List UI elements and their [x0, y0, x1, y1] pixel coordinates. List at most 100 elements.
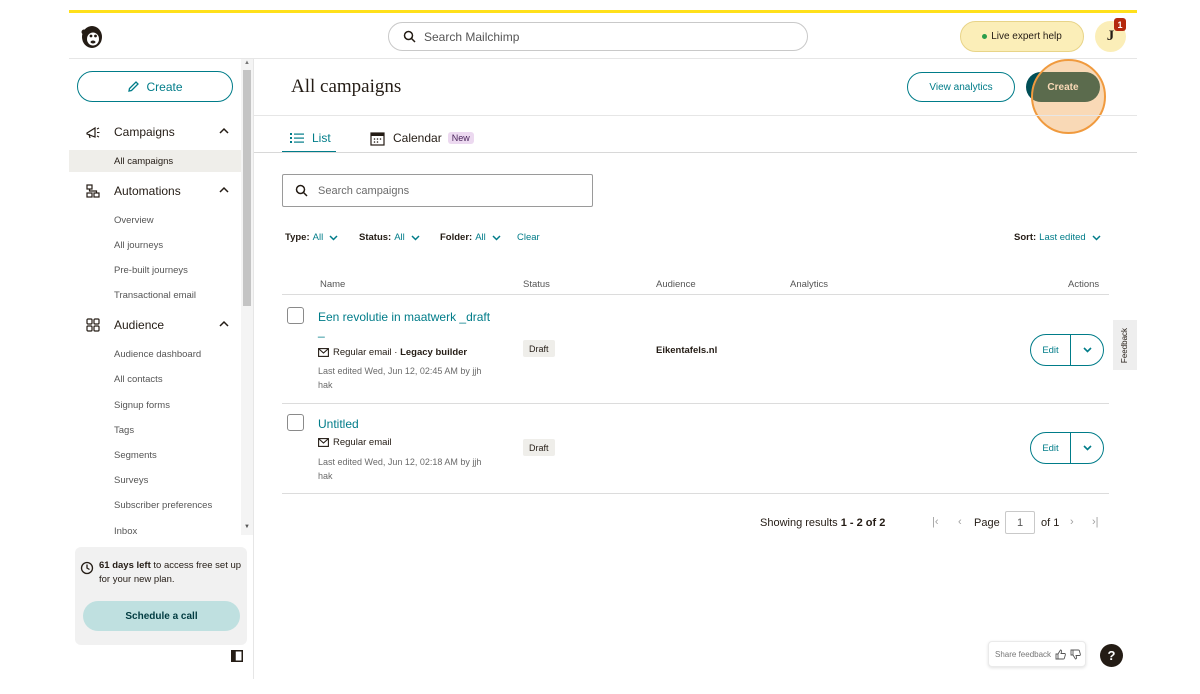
calendar-icon	[370, 131, 385, 146]
status-filter-value: All	[394, 232, 405, 243]
avatar-initial: J	[1106, 28, 1115, 44]
row-checkbox[interactable]	[287, 414, 304, 431]
clear-filters-link[interactable]: Clear	[517, 232, 540, 243]
campaign-builder-label: Legacy builder	[400, 347, 468, 358]
clock-icon	[80, 561, 94, 575]
sidebar-item-subscriber-preferences[interactable]: Subscriber preferences	[69, 494, 241, 516]
chevron-down-icon	[329, 234, 338, 241]
campaign-last-edited: Last edited Wed, Jun 12, 02:18 AM by jjh…	[318, 457, 482, 481]
next-page-icon[interactable]: ›	[1070, 516, 1074, 528]
folder-filter-label: Folder:	[440, 232, 473, 243]
campaign-type-label: Regular email	[333, 437, 392, 448]
type-filter[interactable]: Type: All	[285, 232, 338, 243]
sidebar-item-audience-dashboard[interactable]: Audience dashboard	[69, 343, 241, 365]
column-header-actions: Actions	[1068, 279, 1100, 290]
trial-message: 61 days left to access free set up for y…	[99, 559, 245, 587]
view-analytics-button[interactable]: View analytics	[907, 72, 1015, 102]
collapse-sidebar-icon[interactable]	[231, 650, 243, 662]
sidebar-scrollbar-thumb[interactable]	[243, 70, 251, 306]
scroll-down-arrow-icon[interactable]: ▼	[243, 524, 251, 532]
edit-dropdown-button[interactable]	[1071, 445, 1103, 451]
sort-label: Sort:	[1014, 232, 1037, 243]
page-number-input[interactable]: 1	[1005, 511, 1035, 534]
folder-filter-value: All	[475, 232, 486, 243]
sidebar-section-automations[interactable]: Automations	[69, 178, 241, 204]
edit-button[interactable]: Edit	[1031, 335, 1071, 365]
mailchimp-logo-icon[interactable]	[78, 22, 106, 50]
scroll-up-arrow-icon[interactable]: ▲	[243, 60, 251, 68]
sidebar-section-campaigns[interactable]: Campaigns	[69, 119, 241, 145]
sidebar-item-transactional-email[interactable]: Transactional email	[69, 284, 241, 306]
column-header-status: Status	[523, 279, 550, 290]
status-filter[interactable]: Status: All	[359, 232, 420, 243]
chevron-down-icon	[1082, 347, 1092, 353]
campaign-type: Regular email · Legacy builder	[318, 347, 467, 358]
envelope-icon	[318, 438, 329, 447]
sidebar-item-all-campaigns[interactable]: All campaigns	[69, 150, 241, 172]
page-title: All campaigns	[291, 76, 402, 97]
schedule-call-button[interactable]: Schedule a call	[83, 601, 240, 631]
chevron-up-icon[interactable]	[219, 185, 229, 195]
type-filter-value: All	[312, 232, 324, 243]
global-search-input[interactable]: Search Mailchimp	[388, 22, 808, 51]
previous-page-icon[interactable]: ‹	[958, 516, 962, 528]
trial-days-left: 61 days left	[99, 560, 151, 571]
row-divider	[282, 493, 1109, 494]
status-filter-label: Status:	[359, 232, 392, 243]
sort-dropdown[interactable]: Sort: Last edited	[1014, 232, 1101, 243]
status-badge: Draft	[523, 439, 555, 456]
sidebar-section-audience[interactable]: Audience	[69, 312, 241, 338]
chevron-down-icon	[492, 234, 501, 241]
sidebar-item-all-journeys[interactable]: All journeys	[69, 234, 241, 256]
new-badge: New	[447, 132, 474, 144]
type-separator: ·	[391, 347, 401, 358]
thumbs-down-icon[interactable]	[1070, 649, 1081, 660]
sidebar-item-signup-forms[interactable]: Signup forms	[69, 394, 241, 416]
pencil-icon	[128, 81, 140, 92]
first-page-icon[interactable]: |‹	[932, 516, 939, 528]
campaign-audience: Eikentafels.nl	[656, 345, 718, 356]
sidebar-item-tags[interactable]: Tags	[69, 419, 241, 441]
help-button[interactable]: ?	[1100, 644, 1123, 667]
chevron-down-icon	[411, 234, 420, 241]
status-badge: Draft	[523, 340, 555, 357]
campaign-name-link[interactable]: Untitled	[318, 417, 359, 431]
last-page-icon[interactable]: ›|	[1092, 516, 1099, 528]
chevron-up-icon[interactable]	[219, 319, 229, 329]
audience-icon	[86, 318, 100, 332]
sidebar-item-all-contacts[interactable]: All contacts	[69, 368, 241, 390]
thumbs-up-icon[interactable]	[1055, 649, 1066, 660]
campaign-name-link[interactable]: Een revolutie in maatwerk _draft	[318, 310, 490, 324]
row-divider	[282, 294, 1109, 295]
campaign-name-continuation[interactable]: _	[318, 325, 325, 337]
campaign-type: Regular email	[318, 437, 392, 448]
tab-calendar-label: Calendar	[393, 131, 442, 145]
edit-button-group: Edit	[1030, 334, 1104, 366]
sidebar-section-label: Automations	[114, 184, 181, 198]
tab-list[interactable]: List	[282, 124, 336, 153]
sidebar-section-label: Campaigns	[114, 125, 175, 139]
sidebar-item-surveys[interactable]: Surveys	[69, 469, 241, 491]
feedback-tab-label: Feedback	[1120, 327, 1130, 363]
sidebar-create-button[interactable]: Create	[77, 71, 233, 102]
sidebar-item-inbox[interactable]: Inbox	[69, 520, 241, 535]
type-filter-label: Type:	[285, 232, 310, 243]
sidebar-item-overview[interactable]: Overview	[69, 209, 241, 231]
click-highlight-marker	[1031, 59, 1106, 134]
tabs-divider	[254, 152, 1137, 153]
tab-calendar[interactable]: Calendar New	[370, 124, 474, 152]
sidebar-item-pre-built-journeys[interactable]: Pre-built journeys	[69, 259, 241, 281]
edit-dropdown-button[interactable]	[1071, 347, 1103, 353]
chevron-up-icon[interactable]	[219, 126, 229, 136]
automation-icon	[86, 184, 100, 198]
results-summary: Showing results 1 - 2 of 2	[760, 517, 885, 529]
search-campaigns-input[interactable]: Search campaigns	[282, 174, 593, 207]
edit-button[interactable]: Edit	[1031, 433, 1071, 463]
envelope-icon	[318, 348, 329, 357]
feedback-side-tab[interactable]: Feedback	[1113, 320, 1137, 370]
chevron-down-icon	[1082, 445, 1092, 451]
folder-filter[interactable]: Folder: All	[440, 232, 501, 243]
sidebar-item-segments[interactable]: Segments	[69, 444, 241, 466]
row-checkbox[interactable]	[287, 307, 304, 324]
live-expert-help-button[interactable]: Live expert help	[960, 21, 1084, 52]
